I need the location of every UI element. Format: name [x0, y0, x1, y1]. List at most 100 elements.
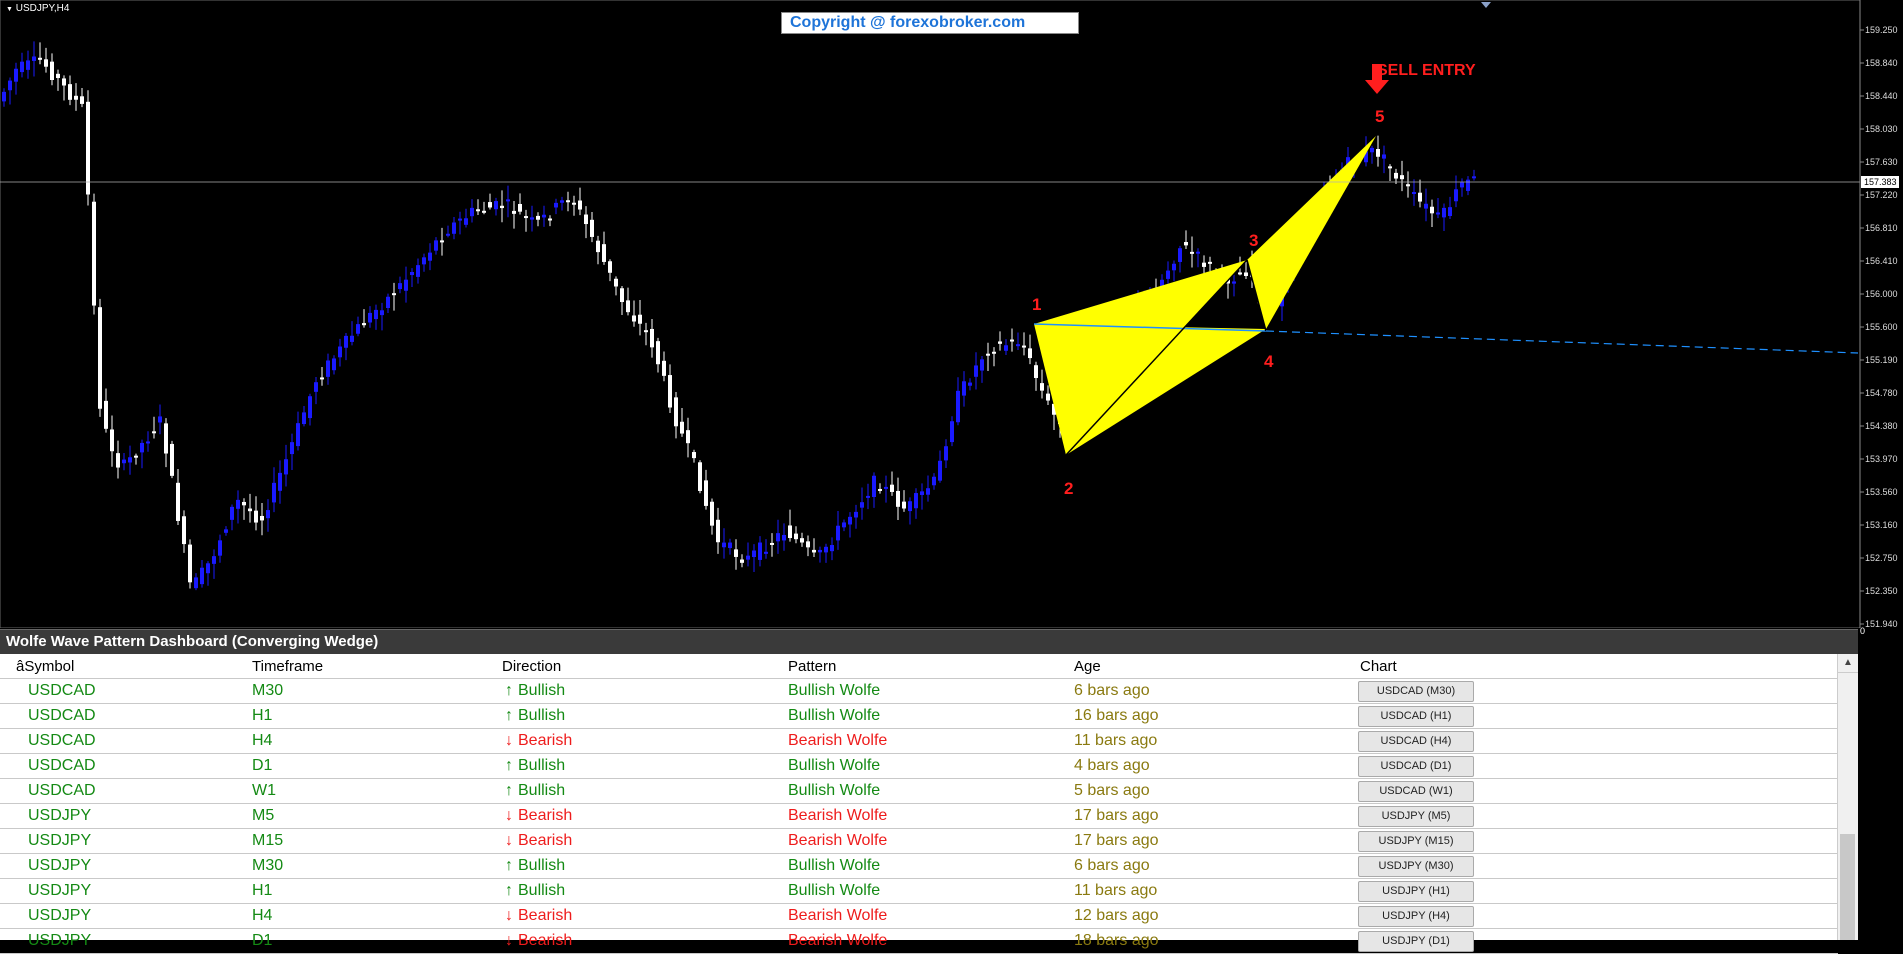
candle-body: [242, 501, 246, 506]
candle-body: [578, 200, 582, 210]
cell-pattern: Bearish Wolfe: [788, 807, 888, 824]
dashboard-scrollbar[interactable]: ▲: [1837, 654, 1858, 940]
cell-symbol: USDJPY: [28, 907, 92, 924]
candle-body: [776, 533, 780, 542]
candle-body: [128, 457, 132, 463]
open-chart-button[interactable]: USDJPY (H4): [1358, 905, 1474, 927]
cell-age: 4 bars ago: [1074, 757, 1150, 774]
cell-chart: USDJPY (H1): [1352, 880, 1838, 902]
candle-body: [926, 488, 930, 495]
candle-body: [20, 61, 24, 73]
candle-body: [596, 240, 600, 253]
cell-direction: ↓ Bearish: [494, 807, 780, 825]
candle-body: [650, 328, 654, 348]
candle-body: [1424, 203, 1428, 209]
candle-body: [104, 400, 108, 429]
table-row: USDJPY M15 ↓ Bearish Bearish Wolfe 17 bars ag…: [0, 829, 1838, 854]
candle-body: [566, 200, 570, 203]
candle-body: [296, 423, 300, 447]
open-chart-button[interactable]: USDCAD (D1): [1358, 755, 1474, 777]
cell-chart: USDCAD (D1): [1352, 755, 1838, 777]
arrow-down-icon: ↓: [505, 932, 513, 949]
open-chart-button[interactable]: USDJPY (M30): [1358, 855, 1474, 877]
candle-body: [302, 412, 306, 425]
cell-age: 6 bars ago: [1074, 857, 1150, 874]
symbol-label-text: USDJPY,H4: [15, 3, 70, 14]
cell-age: 17 bars ago: [1074, 832, 1159, 849]
table-row: USDJPY D1 ↓ Bearish Bearish Wolfe 18 bars ago…: [0, 929, 1838, 954]
candle-body: [902, 501, 906, 509]
candle-body: [1472, 176, 1476, 179]
table-row: USDCAD W1 ↑ Bullish Bullish Wolfe 5 bars ago U…: [0, 779, 1838, 804]
candle-body: [386, 296, 390, 308]
candle-body: [98, 307, 102, 409]
open-chart-button[interactable]: USDCAD (W1): [1358, 780, 1474, 802]
candle-body: [404, 279, 408, 291]
column-header-age[interactable]: Age: [1066, 658, 1352, 675]
column-header-timeframe[interactable]: Timeframe: [244, 658, 494, 675]
candle-body: [1010, 339, 1014, 342]
indicator-zero-label: 0: [1860, 626, 1866, 636]
column-header-symbol[interactable]: âSymbol: [0, 658, 244, 675]
candle-body: [368, 312, 372, 323]
open-chart-button[interactable]: USDCAD (M30): [1358, 680, 1474, 702]
cell-pattern: Bullish Wolfe: [788, 782, 881, 799]
open-chart-button[interactable]: USDJPY (M5): [1358, 805, 1474, 827]
cell-chart: USDCAD (H1): [1352, 705, 1838, 727]
open-chart-button[interactable]: USDJPY (H1): [1358, 880, 1474, 902]
scroll-up-icon[interactable]: ▲: [1838, 654, 1858, 673]
candle-body: [452, 222, 456, 234]
direction-text: Bullish: [518, 882, 566, 899]
price-tick-label: 154.380: [1865, 421, 1898, 431]
candle-body: [590, 219, 594, 237]
cell-timeframe: D1: [252, 757, 273, 774]
open-chart-button[interactable]: USDJPY (D1): [1358, 930, 1474, 952]
price-chart[interactable]: 1 2 3 4 5 SELL ENTRY 159.250 158.840 158.4…: [0, 0, 1903, 628]
cell-pattern: Bullish Wolfe: [788, 707, 881, 724]
cell-chart: USDJPY (D1): [1352, 930, 1838, 952]
price-tick-label: 152.350: [1865, 586, 1898, 596]
column-header-pattern[interactable]: Pattern: [780, 658, 1066, 675]
price-axis-lower: 0: [1858, 626, 1903, 939]
cell-symbol: USDJPY: [28, 932, 92, 949]
candle-body: [356, 324, 360, 334]
cell-symbol: USDJPY: [28, 832, 92, 849]
table-header: âSymbol Timeframe Direction Pattern Age …: [0, 654, 1838, 679]
price-tick-label: 157.630: [1865, 157, 1898, 167]
arrow-up-icon: ↑: [505, 707, 513, 724]
candle-body: [332, 358, 336, 371]
candle-body: [638, 314, 642, 324]
column-header-chart[interactable]: Chart: [1352, 658, 1838, 675]
candle-body: [32, 56, 36, 61]
dropdown-arrow-icon[interactable]: ▼: [6, 6, 13, 13]
candle-body: [146, 441, 150, 444]
open-chart-button[interactable]: USDJPY (M15): [1358, 830, 1474, 852]
candle-body: [602, 244, 606, 262]
cell-chart: USDCAD (W1): [1352, 780, 1838, 802]
cell-symbol: USDCAD: [28, 707, 96, 724]
price-tick-label: 153.160: [1865, 520, 1898, 530]
symbol-timeframe-label: ▼ USDJPY,H4: [6, 3, 69, 14]
price-tick-label: 151.940: [1865, 619, 1898, 628]
candle-body: [488, 202, 492, 208]
candle-body: [1184, 242, 1188, 246]
candle-body: [224, 529, 228, 533]
candle-body: [698, 462, 702, 491]
column-header-direction[interactable]: Direction: [494, 658, 780, 675]
direction-text: Bearish: [518, 732, 573, 749]
candle-body: [398, 283, 402, 290]
scrollbar-thumb[interactable]: [1840, 834, 1855, 940]
candle-body: [530, 217, 534, 220]
arrow-up-icon: ↑: [505, 682, 513, 699]
cell-pattern: Bearish Wolfe: [788, 832, 888, 849]
candle-body: [380, 310, 384, 316]
open-chart-button[interactable]: USDCAD (H1): [1358, 705, 1474, 727]
cell-timeframe: H4: [252, 732, 273, 749]
candle-body: [170, 443, 174, 476]
candle-body: [1004, 345, 1008, 351]
open-chart-button[interactable]: USDCAD (H4): [1358, 730, 1474, 752]
candle-body: [482, 210, 486, 213]
candle-body: [686, 430, 690, 444]
candle-body: [62, 78, 66, 86]
candle-body: [248, 508, 252, 512]
